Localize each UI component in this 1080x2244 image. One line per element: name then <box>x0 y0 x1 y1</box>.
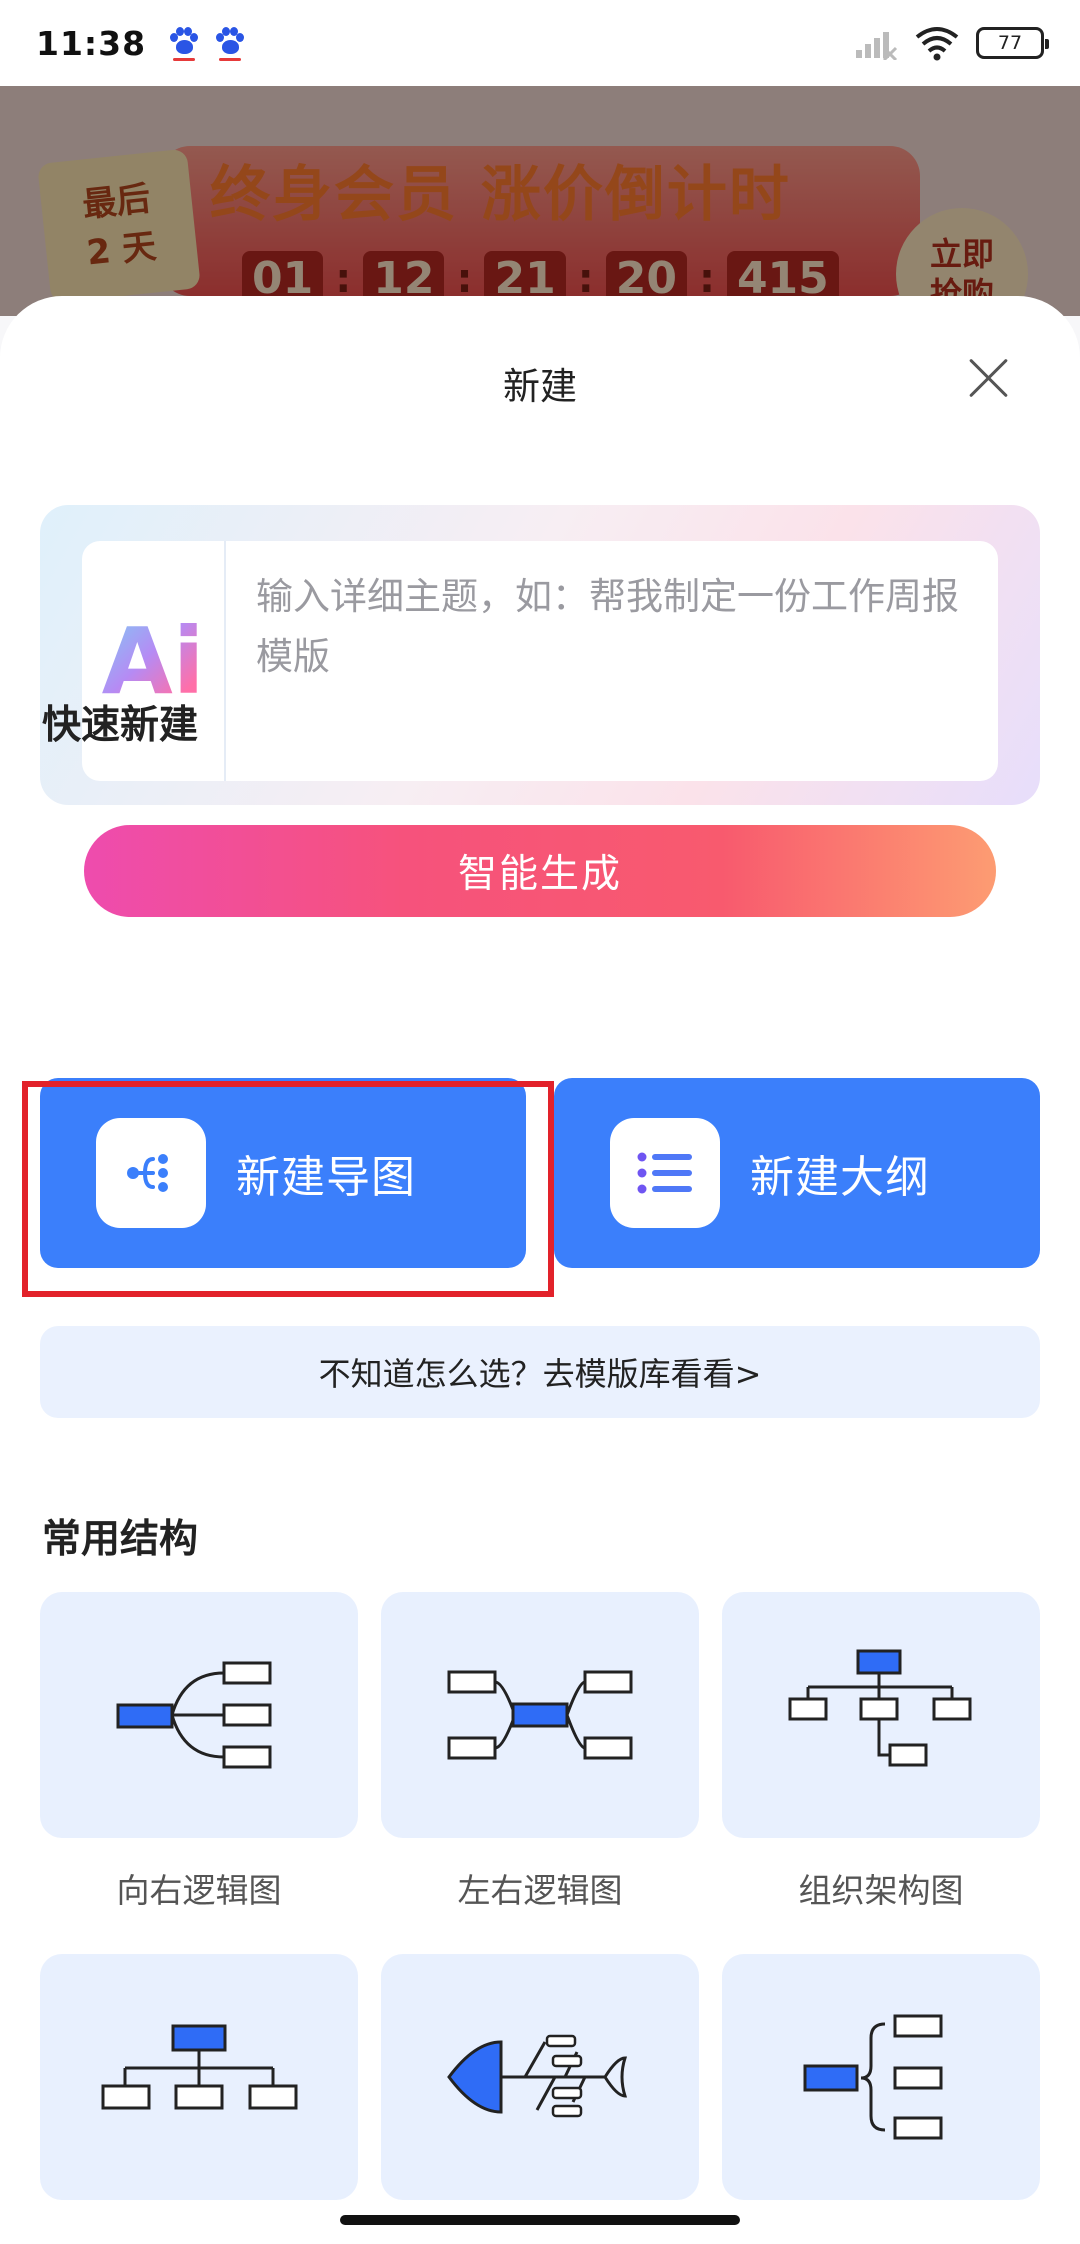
right-logic-icon <box>116 1661 272 1769</box>
close-icon[interactable] <box>966 356 1010 400</box>
structure-bracket[interactable] <box>722 1954 1040 2200</box>
structure-label: 左右逻辑图 <box>457 1871 623 1910</box>
baidu-paw-icon <box>216 27 245 61</box>
status-right: 77 <box>854 25 1049 61</box>
status-bar: 11:38 77 <box>0 0 1080 86</box>
structure-org-chart[interactable] <box>722 1592 1040 1838</box>
new-outline-button[interactable]: 新建大纲 <box>554 1078 1040 1268</box>
quick-section-title: 快速新建 <box>42 703 199 748</box>
structure-left-right-logic[interactable] <box>381 1592 699 1838</box>
ai-topic-input[interactable]: Ai 输入详细主题，如：帮我制定一份工作周报模版 <box>82 541 998 781</box>
signal-icon <box>856 32 898 60</box>
wifi-icon <box>915 27 959 61</box>
list-icon <box>610 1118 720 1228</box>
left-right-logic-icon <box>447 1670 633 1760</box>
structure-tree-chart[interactable] <box>40 1954 358 2200</box>
structure-right-logic[interactable] <box>40 1592 358 1838</box>
ai-input-placeholder: 输入详细主题，如：帮我制定一份工作周报模版 <box>256 575 959 678</box>
home-indicator[interactable] <box>340 2215 740 2225</box>
org-chart-icon <box>788 1649 972 1767</box>
modal-backdrop[interactable] <box>0 86 1080 316</box>
structure-label: 组织架构图 <box>798 1871 964 1910</box>
smart-generate-button[interactable]: 智能生成 <box>84 825 996 917</box>
sheet-title: 新建 <box>503 365 577 408</box>
template-library-link[interactable]: 不知道怎么选？去模版库看看> <box>40 1326 1040 1418</box>
structures-section-title: 常用结构 <box>42 1517 199 1562</box>
new-outline-label: 新建大纲 <box>750 1152 930 1203</box>
highlight-box <box>22 1081 554 1297</box>
status-time: 11:38 <box>36 23 147 63</box>
ai-card: Ai 输入详细主题，如：帮我制定一份工作周报模版 智能生成 <box>40 505 1040 917</box>
bracket-icon <box>803 2014 943 2140</box>
structure-fishbone[interactable] <box>381 1954 699 2200</box>
battery-level: 77 <box>997 32 1023 54</box>
structure-label: 向右逻辑图 <box>116 1871 282 1910</box>
fishbone-icon <box>447 2034 628 2118</box>
tree-chart-icon <box>101 2024 298 2110</box>
battery-icon: 77 <box>976 27 1049 59</box>
status-app-icons <box>170 27 245 61</box>
baidu-paw-icon <box>170 27 199 61</box>
